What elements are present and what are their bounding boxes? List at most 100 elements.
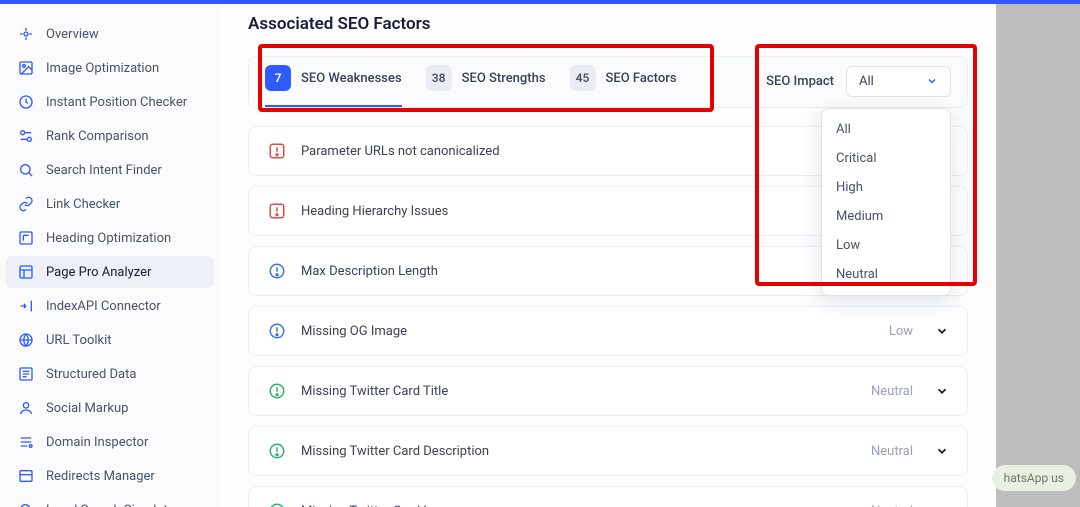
- sidebar-icon: [17, 365, 35, 383]
- select-value: All: [859, 74, 874, 89]
- tabs-row: 7 SEO Weaknesses 38 SEO Strengths 45 SEO Fact…: [248, 56, 968, 108]
- issue-left: Parameter URLs not canonicalized: [267, 141, 500, 161]
- tab-label: SEO Strengths: [462, 71, 546, 86]
- severity-ok-icon: [267, 441, 287, 461]
- sidebar-icon: [17, 433, 35, 451]
- sidebar-item-overview[interactable]: Overview: [6, 18, 214, 50]
- sidebar-item-link-checker[interactable]: Link Checker: [6, 188, 214, 220]
- sidebar-item-local-search-simulator[interactable]: Local Search Simulator: [6, 494, 214, 507]
- severity-info-icon: [267, 321, 287, 341]
- dropdown-option-medium[interactable]: Medium: [822, 202, 950, 231]
- sidebar-item-indexapi-connector[interactable]: IndexAPI Connector: [6, 290, 214, 322]
- issue-left: Missing Twitter Card Title: [267, 381, 448, 401]
- sidebar-item-structured-data[interactable]: Structured Data: [6, 358, 214, 390]
- sidebar-icon: [17, 59, 35, 77]
- severity-ok-icon: [267, 501, 287, 507]
- issue-row[interactable]: Missing Twitter Card Description Neutral: [248, 426, 968, 476]
- sidebar-item-heading-optimization[interactable]: Heading Optimization: [6, 222, 214, 254]
- chevron-down-icon: [935, 384, 949, 398]
- sidebar-icon: [17, 297, 35, 315]
- issue-right: Neutral: [871, 384, 949, 399]
- sidebar-icon: [17, 501, 35, 507]
- tab-label: SEO Factors: [606, 71, 677, 86]
- severity-critical-icon: [267, 201, 287, 221]
- sidebar-icon: [17, 25, 35, 43]
- sidebar-item-image-optimization[interactable]: Image Optimization: [6, 52, 214, 84]
- sidebar-item-label: Heading Optimization: [46, 231, 171, 246]
- sidebar-item-label: Social Markup: [46, 401, 128, 416]
- issue-row[interactable]: Missing Twitter Card Title Neutral: [248, 366, 968, 416]
- dropdown-option-all[interactable]: All: [822, 115, 950, 144]
- issue-left: Heading Hierarchy Issues: [267, 201, 448, 221]
- issue-left: Max Description Length: [267, 261, 438, 281]
- tab-label: SEO Weaknesses: [301, 71, 402, 86]
- sidebar: Overview Image Optimization Instant Positi…: [0, 4, 220, 507]
- sidebar-item-social-markup[interactable]: Social Markup: [6, 392, 214, 424]
- whatsapp-widget[interactable]: hatsApp us: [992, 465, 1076, 491]
- severity-ok-icon: [267, 381, 287, 401]
- sidebar-item-url-toolkit[interactable]: URL Toolkit: [6, 324, 214, 356]
- sidebar-icon: [17, 127, 35, 145]
- sidebar-item-label: Link Checker: [46, 197, 120, 212]
- tab-seo-weaknesses[interactable]: 7 SEO Weaknesses: [265, 65, 402, 107]
- sidebar-item-instant-position-checker[interactable]: Instant Position Checker: [6, 86, 214, 118]
- tab-seo-strengths[interactable]: 38 SEO Strengths: [426, 65, 546, 107]
- sidebar-item-label: URL Toolkit: [46, 333, 112, 348]
- tabs-left: 7 SEO Weaknesses 38 SEO Strengths 45 SEO Fact…: [265, 65, 677, 107]
- impact-badge: Neutral: [871, 384, 913, 399]
- sidebar-item-search-intent-finder[interactable]: Search Intent Finder: [6, 154, 214, 186]
- dropdown-option-low[interactable]: Low: [822, 231, 950, 260]
- sidebar-item-label: Redirects Manager: [46, 469, 155, 484]
- sidebar-item-label: Rank Comparison: [46, 129, 149, 144]
- main-content: Associated SEO Factors 7 SEO Weaknesses 38…: [220, 4, 996, 507]
- issue-row[interactable]: Missing OG Image Low: [248, 306, 968, 356]
- impact-badge: Neutral: [871, 444, 913, 459]
- severity-critical-icon: [267, 141, 287, 161]
- issue-left: Missing Twitter Card Image: [267, 501, 459, 507]
- chevron-down-icon: [935, 444, 949, 458]
- issue-title: Heading Hierarchy Issues: [301, 204, 448, 219]
- issue-left: Missing Twitter Card Description: [267, 441, 489, 461]
- issue-title: Missing OG Image: [301, 324, 407, 339]
- issue-right: Low: [889, 324, 949, 339]
- tab-count: 45: [570, 65, 596, 91]
- seo-impact-select[interactable]: All: [846, 66, 951, 97]
- sidebar-icon: [17, 161, 35, 179]
- seo-impact-dropdown[interactable]: AllCriticalHighMediumLowNeutral: [821, 108, 951, 296]
- sidebar-item-label: IndexAPI Connector: [46, 299, 161, 314]
- sidebar-icon: [17, 331, 35, 349]
- sidebar-icon: [17, 229, 35, 247]
- sidebar-icon: [17, 467, 35, 485]
- sidebar-item-rank-comparison[interactable]: Rank Comparison: [6, 120, 214, 152]
- sidebar-icon: [17, 93, 35, 111]
- sidebar-icon: [17, 195, 35, 213]
- chevron-down-icon: [935, 324, 949, 338]
- filter-container: SEO Impact All AllCriticalHighMediumLowN…: [766, 66, 951, 107]
- sidebar-icon: [17, 263, 35, 281]
- sidebar-item-label: Image Optimization: [46, 61, 159, 76]
- sidebar-item-label: Local Search Simulator: [46, 503, 179, 507]
- sidebar-item-page-pro-analyzer[interactable]: Page Pro Analyzer: [6, 256, 214, 288]
- issue-right: Neutral: [871, 504, 949, 507]
- dropdown-option-high[interactable]: High: [822, 173, 950, 202]
- issue-title: Missing Twitter Card Title: [301, 384, 448, 399]
- sidebar-item-label: Search Intent Finder: [46, 163, 162, 178]
- dropdown-option-critical[interactable]: Critical: [822, 144, 950, 173]
- sidebar-item-redirects-manager[interactable]: Redirects Manager: [6, 460, 214, 492]
- sidebar-item-label: Domain Inspector: [46, 435, 148, 450]
- filter-label: SEO Impact: [766, 74, 834, 89]
- sidebar-item-domain-inspector[interactable]: Domain Inspector: [6, 426, 214, 458]
- sidebar-item-label: Page Pro Analyzer: [46, 265, 151, 280]
- dropdown-option-neutral[interactable]: Neutral: [822, 260, 950, 289]
- tab-seo-factors[interactable]: 45 SEO Factors: [570, 65, 677, 107]
- issue-title: Parameter URLs not canonicalized: [301, 144, 500, 159]
- impact-badge: Neutral: [871, 504, 913, 507]
- sidebar-item-label: Structured Data: [46, 367, 136, 382]
- issue-title: Missing Twitter Card Image: [301, 504, 459, 507]
- section-title: Associated SEO Factors: [248, 14, 968, 34]
- tab-count: 38: [426, 65, 452, 91]
- right-strip: [996, 4, 1080, 507]
- issue-row[interactable]: Missing Twitter Card Image Neutral: [248, 486, 968, 507]
- tab-count: 7: [265, 65, 291, 91]
- sidebar-icon: [17, 399, 35, 417]
